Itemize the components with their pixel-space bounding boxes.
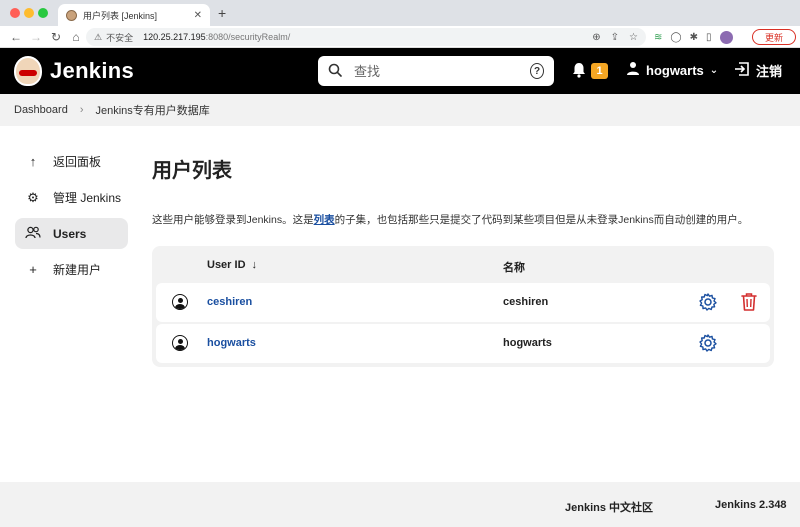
- sidebar-item-label: 新建用户: [53, 263, 102, 277]
- search-box: ?: [318, 56, 554, 86]
- jenkins-butler-icon: [14, 56, 42, 86]
- breadcrumb-user-database[interactable]: Jenkins专有用户数据库: [96, 102, 210, 118]
- sort-down-arrow-icon: ↓: [251, 259, 258, 271]
- extension-circle-icon[interactable]: ◯: [670, 32, 681, 43]
- delete-trash-icon[interactable]: [740, 292, 758, 312]
- user-id-link[interactable]: hogwarts: [207, 337, 256, 349]
- breadcrumb: Dashboard › Jenkins专有用户数据库: [0, 94, 800, 126]
- browser-toolbar: ← → ↻ ⌂ ⚠ 不安全 120.25.217.195:8080/securi…: [0, 26, 800, 48]
- main-content: 用户列表 这些用户能够登录到Jenkins。这是列表的子集，也包括那些只是提交了…: [152, 150, 774, 367]
- page-footer: Jenkins 中文社区 Jenkins 2.348: [0, 482, 800, 527]
- logo-text: Jenkins: [50, 58, 135, 83]
- jenkins-favicon-icon: [66, 9, 77, 21]
- browser-tab-bar: 用户列表 [Jenkins] ✕ +: [0, 0, 800, 26]
- plus-icon: +: [29, 262, 37, 277]
- puzzle-icon[interactable]: ✱: [690, 32, 698, 43]
- column-header-user-id[interactable]: User ID ↓: [207, 259, 257, 271]
- version-link[interactable]: Jenkins 2.348: [715, 499, 787, 511]
- update-button[interactable]: 更新: [752, 29, 796, 45]
- jenkins-header: Jenkins ? 1 hogwarts ⌄ 注销: [0, 48, 800, 94]
- logout-button[interactable]: 注销: [734, 61, 782, 80]
- users-icon: [25, 226, 41, 242]
- notification-badge[interactable]: 1: [591, 63, 608, 79]
- window-close-button[interactable]: [10, 8, 20, 18]
- sidebar: ↑ 返回面板 ⚙ 管理 Jenkins Users + 新建用户: [15, 146, 128, 290]
- warning-icon: ⚠: [94, 31, 103, 42]
- jenkins-logo[interactable]: Jenkins: [14, 56, 134, 86]
- sidebar-item-users[interactable]: Users: [15, 218, 128, 249]
- sidebar-item-label: Users: [53, 226, 87, 241]
- username: hogwarts: [646, 62, 704, 78]
- bookmark-star-icon[interactable]: ☆: [629, 32, 638, 43]
- address-bar[interactable]: ⚠ 不安全 120.25.217.195:8080/securityRealm/…: [86, 28, 646, 46]
- logout-icon: [734, 62, 750, 79]
- sidebar-toggle-icon[interactable]: ▯: [706, 32, 712, 43]
- gear-icon: ⚙: [27, 189, 39, 205]
- page-title: 用户列表: [152, 160, 232, 182]
- breadcrumb-separator: ›: [79, 104, 84, 116]
- share-icon[interactable]: ⇪: [611, 32, 619, 43]
- window-minimize-button[interactable]: [24, 8, 34, 18]
- tab-title: 用户列表 [Jenkins]: [83, 10, 158, 21]
- chevron-down-icon: ⌄: [709, 64, 719, 76]
- community-link[interactable]: Jenkins 中文社区: [565, 499, 653, 515]
- arrow-up-icon: ↑: [29, 154, 37, 169]
- browser-tab[interactable]: 用户列表 [Jenkins] ✕: [58, 4, 210, 26]
- url-text[interactable]: 120.25.217.195:8080/securityRealm/: [143, 32, 592, 42]
- back-icon[interactable]: ←: [6, 30, 26, 44]
- user-icon: [626, 61, 640, 79]
- page-description: 这些用户能够登录到Jenkins。这是列表的子集，也包括那些只是提交了代码到某些…: [152, 212, 774, 227]
- sidebar-item-manage-jenkins[interactable]: ⚙ 管理 Jenkins: [15, 182, 128, 213]
- configure-gear-icon[interactable]: [698, 292, 718, 312]
- extension-icon[interactable]: ≋: [654, 32, 662, 43]
- sidebar-item-back[interactable]: ↑ 返回面板: [15, 146, 128, 177]
- people-list-link[interactable]: 列表: [314, 214, 335, 226]
- user-name: hogwarts: [503, 337, 552, 349]
- search-input[interactable]: [354, 63, 530, 79]
- search-icon: [328, 63, 342, 80]
- users-table: User ID ↓ 名称 ceshiren ceshiren hogwarts h…: [152, 246, 774, 367]
- sidebar-item-new-user[interactable]: + 新建用户: [15, 254, 128, 285]
- forward-icon[interactable]: →: [26, 30, 46, 44]
- column-label: User ID: [207, 259, 246, 271]
- bell-icon[interactable]: [572, 62, 586, 82]
- table-header: User ID ↓ 名称: [156, 246, 770, 283]
- home-icon[interactable]: ⌂: [66, 30, 86, 44]
- sidebar-item-label: 管理 Jenkins: [53, 191, 122, 205]
- user-name: ceshiren: [503, 296, 549, 308]
- window-zoom-button[interactable]: [38, 8, 48, 18]
- user-avatar-icon: [172, 335, 188, 351]
- new-tab-button[interactable]: +: [218, 5, 226, 21]
- url-host: 120.25.217.195: [143, 32, 206, 42]
- user-id-link[interactable]: ceshiren: [207, 296, 252, 308]
- table-row: ceshiren ceshiren: [156, 283, 770, 322]
- user-menu[interactable]: hogwarts ⌄: [626, 61, 718, 79]
- table-row: hogwarts hogwarts: [156, 324, 770, 363]
- logout-label: 注销: [756, 64, 783, 79]
- column-header-name[interactable]: 名称: [503, 259, 525, 275]
- description-text: 这些用户能够登录到Jenkins。这是: [152, 214, 314, 226]
- reload-icon[interactable]: ↻: [46, 30, 66, 44]
- profile-avatar[interactable]: [719, 31, 733, 44]
- sidebar-item-label: 返回面板: [53, 155, 102, 169]
- insecure-label: 不安全: [106, 32, 134, 43]
- url-path: :8080/securityRealm/: [205, 32, 291, 42]
- help-icon[interactable]: ?: [530, 63, 544, 79]
- user-avatar-icon: [172, 294, 188, 310]
- tab-close-icon[interactable]: ✕: [194, 10, 202, 21]
- configure-gear-icon[interactable]: [698, 333, 718, 353]
- breadcrumb-dashboard[interactable]: Dashboard: [14, 104, 68, 116]
- description-text: 的子集，也包括那些只是提交了代码到某些项目但是从未登录Jenkins而自动创建的…: [334, 214, 749, 226]
- zoom-icon[interactable]: ⊕: [592, 32, 600, 43]
